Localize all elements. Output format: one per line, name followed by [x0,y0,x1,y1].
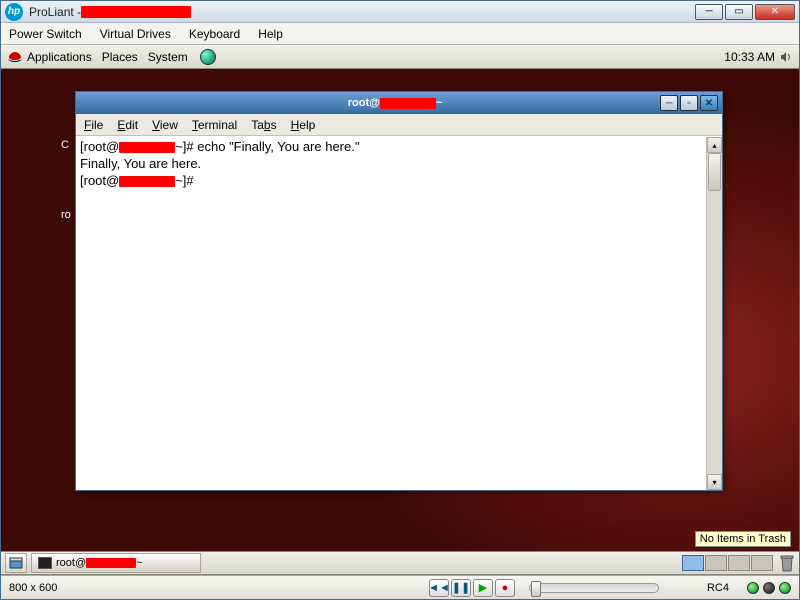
pause-button[interactable]: ❚❚ [451,579,471,597]
record-button[interactable]: ● [495,579,515,597]
terminal-menu-edit[interactable]: Edit [117,118,138,132]
workspace-4[interactable] [751,555,773,571]
redacted-block [380,98,436,109]
resolution-label: 800 x 600 [9,582,57,594]
terminal-title: root@~ [348,97,443,109]
gnome-bottom-panel: root@~ [1,551,799,575]
terminal-scrollbar[interactable]: ▴ ▾ [706,137,722,490]
scroll-track[interactable] [707,153,722,474]
rewind-button[interactable]: ◄◄ [429,579,449,597]
trash-tooltip: No Items in Trash [695,531,791,547]
menu-virtual-drives[interactable]: Virtual Drives [100,27,171,41]
show-desktop-button[interactable] [5,553,27,573]
terminal-titlebar[interactable]: root@~ ─ ▫ ✕ [76,92,722,114]
terminal-maximize-button[interactable]: ▫ [680,95,698,111]
led-1-icon [747,582,759,594]
terminal-close-button[interactable]: ✕ [700,95,718,111]
led-2-icon [763,582,775,594]
terminal-minimize-button[interactable]: ─ [660,95,678,111]
gnome-desktop[interactable]: C ro root@~ ─ ▫ ✕ FFileile Edit View Ter… [1,69,799,551]
redhat-icon[interactable] [7,49,23,65]
volume-icon[interactable] [779,50,793,64]
close-button[interactable]: ✕ [755,4,795,20]
gnome-top-panel: Applications Places System 10:33 AM [1,45,799,69]
terminal-menu-terminal[interactable]: Terminal [192,118,237,132]
terminal-output[interactable]: [root@~]# echo "Finally, You are here." … [76,137,706,490]
workspace-1[interactable] [682,555,704,571]
desktop-icon-computer-label[interactable]: C [61,139,69,151]
ilo-statusbar: 800 x 600 ◄◄ ❚❚ ▶ ● RC4 [1,575,799,599]
maximize-button[interactable]: ▭ [725,4,753,20]
menu-help[interactable]: Help [258,27,283,41]
terminal-window[interactable]: root@~ ─ ▫ ✕ FFileile Edit View Terminal… [75,91,723,491]
gnome-menu-applications[interactable]: Applications [27,50,92,64]
slider-thumb[interactable] [531,581,541,597]
clock[interactable]: 10:33 AM [724,50,775,64]
status-leds [747,582,791,594]
led-3-icon [779,582,791,594]
outer-window-titlebar[interactable]: hp ProLiant - ─ ▭ ✕ [1,1,799,23]
outer-window-title: ProLiant - [29,5,191,19]
hp-logo-icon: hp [5,3,23,21]
terminal-menu-help[interactable]: Help [291,118,316,132]
taskbar-item-terminal[interactable]: root@~ [31,553,201,573]
play-button[interactable]: ▶ [473,579,493,597]
redacted-block [81,6,191,18]
workspace-3[interactable] [728,555,750,571]
trash-icon[interactable] [779,554,795,572]
terminal-menu-view[interactable]: View [152,118,178,132]
redacted-block [119,176,175,187]
ilo-menubar: Power Switch Virtual Drives Keyboard Hel… [1,23,799,45]
terminal-menubar: FFileile Edit View Terminal Tabs Help [76,114,722,136]
minimize-button[interactable]: ─ [695,4,723,20]
gnome-menu-system[interactable]: System [148,50,188,64]
scroll-thumb[interactable] [708,153,721,191]
transport-controls: ◄◄ ❚❚ ▶ ● [429,579,515,597]
terminal-menu-file[interactable]: FFileile [84,118,103,132]
workspace-2[interactable] [705,555,727,571]
taskbar-item-label: root@~ [56,557,143,569]
menu-power-switch[interactable]: Power Switch [9,27,82,41]
gnome-menu-places[interactable]: Places [102,50,138,64]
scroll-down-button[interactable]: ▾ [707,474,722,490]
rc-label: RC4 [707,582,729,594]
desktop-icon-home-label[interactable]: ro [61,209,71,221]
terminal-menu-tabs[interactable]: Tabs [251,118,276,132]
scroll-up-button[interactable]: ▴ [707,137,722,153]
workspace-switcher [682,555,773,571]
redacted-block [119,142,175,153]
redacted-block [86,558,136,568]
terminal-icon [38,557,52,569]
browser-icon[interactable] [200,49,216,65]
playback-slider[interactable] [529,583,659,593]
menu-keyboard[interactable]: Keyboard [189,27,240,41]
